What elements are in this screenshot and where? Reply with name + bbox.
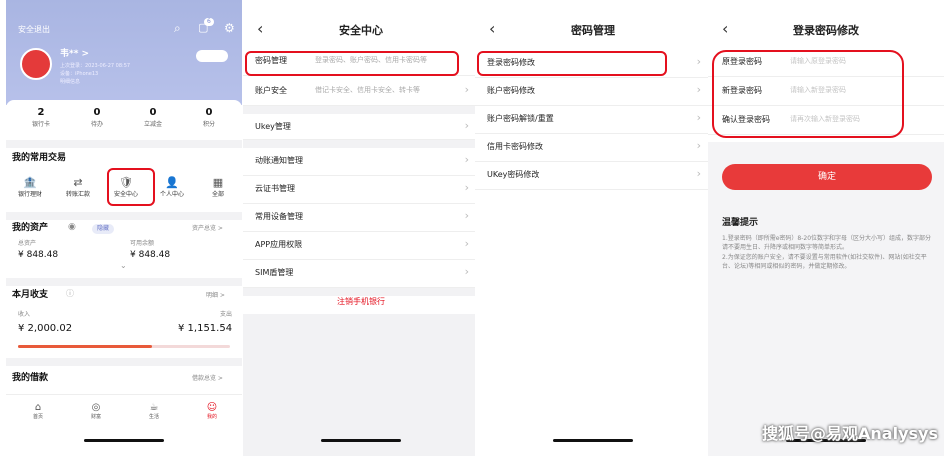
chevron-right-icon: › [464,119,469,132]
wealth-icon: ◎ [91,402,101,413]
security-center-screen: ‹ 安全中心 密码管理 登录密码、账户密码、信用卡密码等 账户安全 借记卡安全、信用… [243,0,479,456]
chevron-right-icon: › [696,55,701,68]
transfer-icon: ⇄ [73,176,83,189]
chevron-right-icon: › [464,181,469,194]
stat-discount[interactable]: 0 立减金 [128,108,178,128]
chevron-right-icon: › [696,139,701,152]
avail-value: ¥ 848.48 [130,250,171,260]
person-icon: 👤 [165,176,179,189]
tab-home[interactable]: ⌂ 首页 [23,402,53,420]
assets-link[interactable]: 资产总览 > [192,226,223,232]
row-sim[interactable]: SIM盾管理 › [243,260,479,288]
row-ukey[interactable]: Ukey管理 › [243,114,479,140]
stat-points[interactable]: 0 积分 [184,108,234,128]
income-label: 收入 [18,311,31,318]
trade-title: 我的常用交易 [12,153,67,163]
checkin-button[interactable] [196,50,228,62]
total-value: ¥ 848.48 [18,250,59,260]
page-title: 登录密码修改 [793,24,859,37]
bank-icon: 🏦 [23,176,37,189]
income-value: ¥ 2,000.02 [18,323,73,334]
home-indicator [84,439,164,442]
stat-todo[interactable]: 0 待办 [72,108,122,128]
avail-label: 可用余额 [130,240,155,247]
stat-cards[interactable]: 2 银行卡 [16,108,66,128]
confirm-button[interactable]: 确定 [722,164,932,190]
row-app-permissions[interactable]: APP应用权限 › [243,232,479,260]
mine-icon: ☺ [206,402,218,413]
grid-icon: ▦ [212,176,224,189]
avatar[interactable] [20,48,52,80]
info-icon[interactable]: ⓘ [66,290,74,298]
search-icon[interactable]: ⌕ [174,22,181,34]
chevron-right-icon: › [464,153,469,166]
highlight-box [712,50,904,138]
chevron-right-icon: › [696,167,701,180]
expense-value: ¥ 1,151.54 [178,323,233,334]
row-account-pwd[interactable]: 账户密码修改 › [475,78,711,106]
page-title: 安全中心 [339,24,383,37]
income-progress-fill [18,345,152,348]
row-notify[interactable]: 动账通知管理 › [243,148,479,176]
hide-tag[interactable]: 隐藏 [92,224,115,234]
loan-link[interactable]: 借款总览 > [192,376,223,382]
logout-link[interactable]: 安全退出 [18,26,50,34]
page-title: 密码管理 [571,24,615,37]
watermark: 搜狐号@易观Analysys [762,424,938,443]
trade-personal[interactable]: 👤 个人中心 [152,176,192,198]
total-label: 总资产 [18,240,37,247]
tips-text: 1.登录密码（即所需e密码）8-20位数字和字母（区分大小写）组成，数字部分请不… [722,235,932,270]
row-devices[interactable]: 常用设备管理 › [243,204,479,232]
unregister-button[interactable]: 注销手机银行 [243,298,479,306]
income-link[interactable]: 明细 > [206,293,225,299]
message-badge: 6 [204,18,214,26]
expense-label: 支出 [220,311,233,318]
trade-all[interactable]: ▦ 全部 [198,176,238,198]
home-indicator [321,439,401,442]
row-unlock-pwd[interactable]: 账户密码解锁/重置 › [475,106,711,134]
chevron-right-icon: › [696,83,701,96]
tab-wealth[interactable]: ◎ 财富 [81,402,111,420]
row-cloud-cert[interactable]: 云证书管理 › [243,176,479,204]
income-progress [18,345,230,348]
home-screen: 安全退出 ⌕ ▢ 6 ⚙ 韦** > 上次登录：2023-06-27 08:57… [6,0,242,456]
device-info: 设备：iPhone13 [60,71,99,77]
last-login: 上次登录：2023-06-27 08:57 [60,63,131,69]
tips-title: 温馨提示 [722,218,759,228]
highlight-box [107,168,155,206]
home-icon: ⌂ [34,402,42,413]
login-pwd-change-screen: ‹ 登录密码修改 原登录密码 请输入原登录密码 新登录密码 请输入新登录密码 确认登… [708,0,944,456]
trade-transfer[interactable]: ⇄ 转账汇款 [58,176,98,198]
chevron-down-icon[interactable]: ⌄ [120,262,127,270]
highlight-box [245,51,459,76]
chevron-right-icon: › [464,265,469,278]
row-ukey-pwd[interactable]: UKey密码修改 › [475,162,711,190]
row-account-security[interactable]: 账户安全 借记卡安全、信用卡安全、转卡等 › [243,78,479,106]
cup-icon: ☕ [149,402,159,413]
loan-title: 我的借款 [12,373,49,383]
tab-mine[interactable]: ☺ 我的 [197,402,227,420]
highlight-box [477,51,667,76]
chevron-right-icon: › [464,83,469,96]
more-info: 明细信息 [60,79,81,85]
home-indicator [553,439,633,442]
income-title: 本月收支 [12,290,49,300]
password-mgmt-screen: ‹ 密码管理 登录密码修改 › 账户密码修改 › 账户密码解锁/重置 › 信用卡密码修… [475,0,711,456]
chevron-right-icon: › [464,237,469,250]
chevron-right-icon: › [464,209,469,222]
trade-wealth[interactable]: 🏦 银行理财 [10,176,50,198]
username[interactable]: 韦** > [60,50,89,59]
assets-title: 我的资产 [12,223,49,233]
chevron-right-icon: › [696,111,701,124]
gear-icon[interactable]: ⚙ [224,22,235,34]
row-credit-pwd[interactable]: 信用卡密码修改 › [475,134,711,162]
tab-life[interactable]: ☕ 生活 [139,402,169,420]
eye-icon[interactable]: ◉ [68,223,76,232]
